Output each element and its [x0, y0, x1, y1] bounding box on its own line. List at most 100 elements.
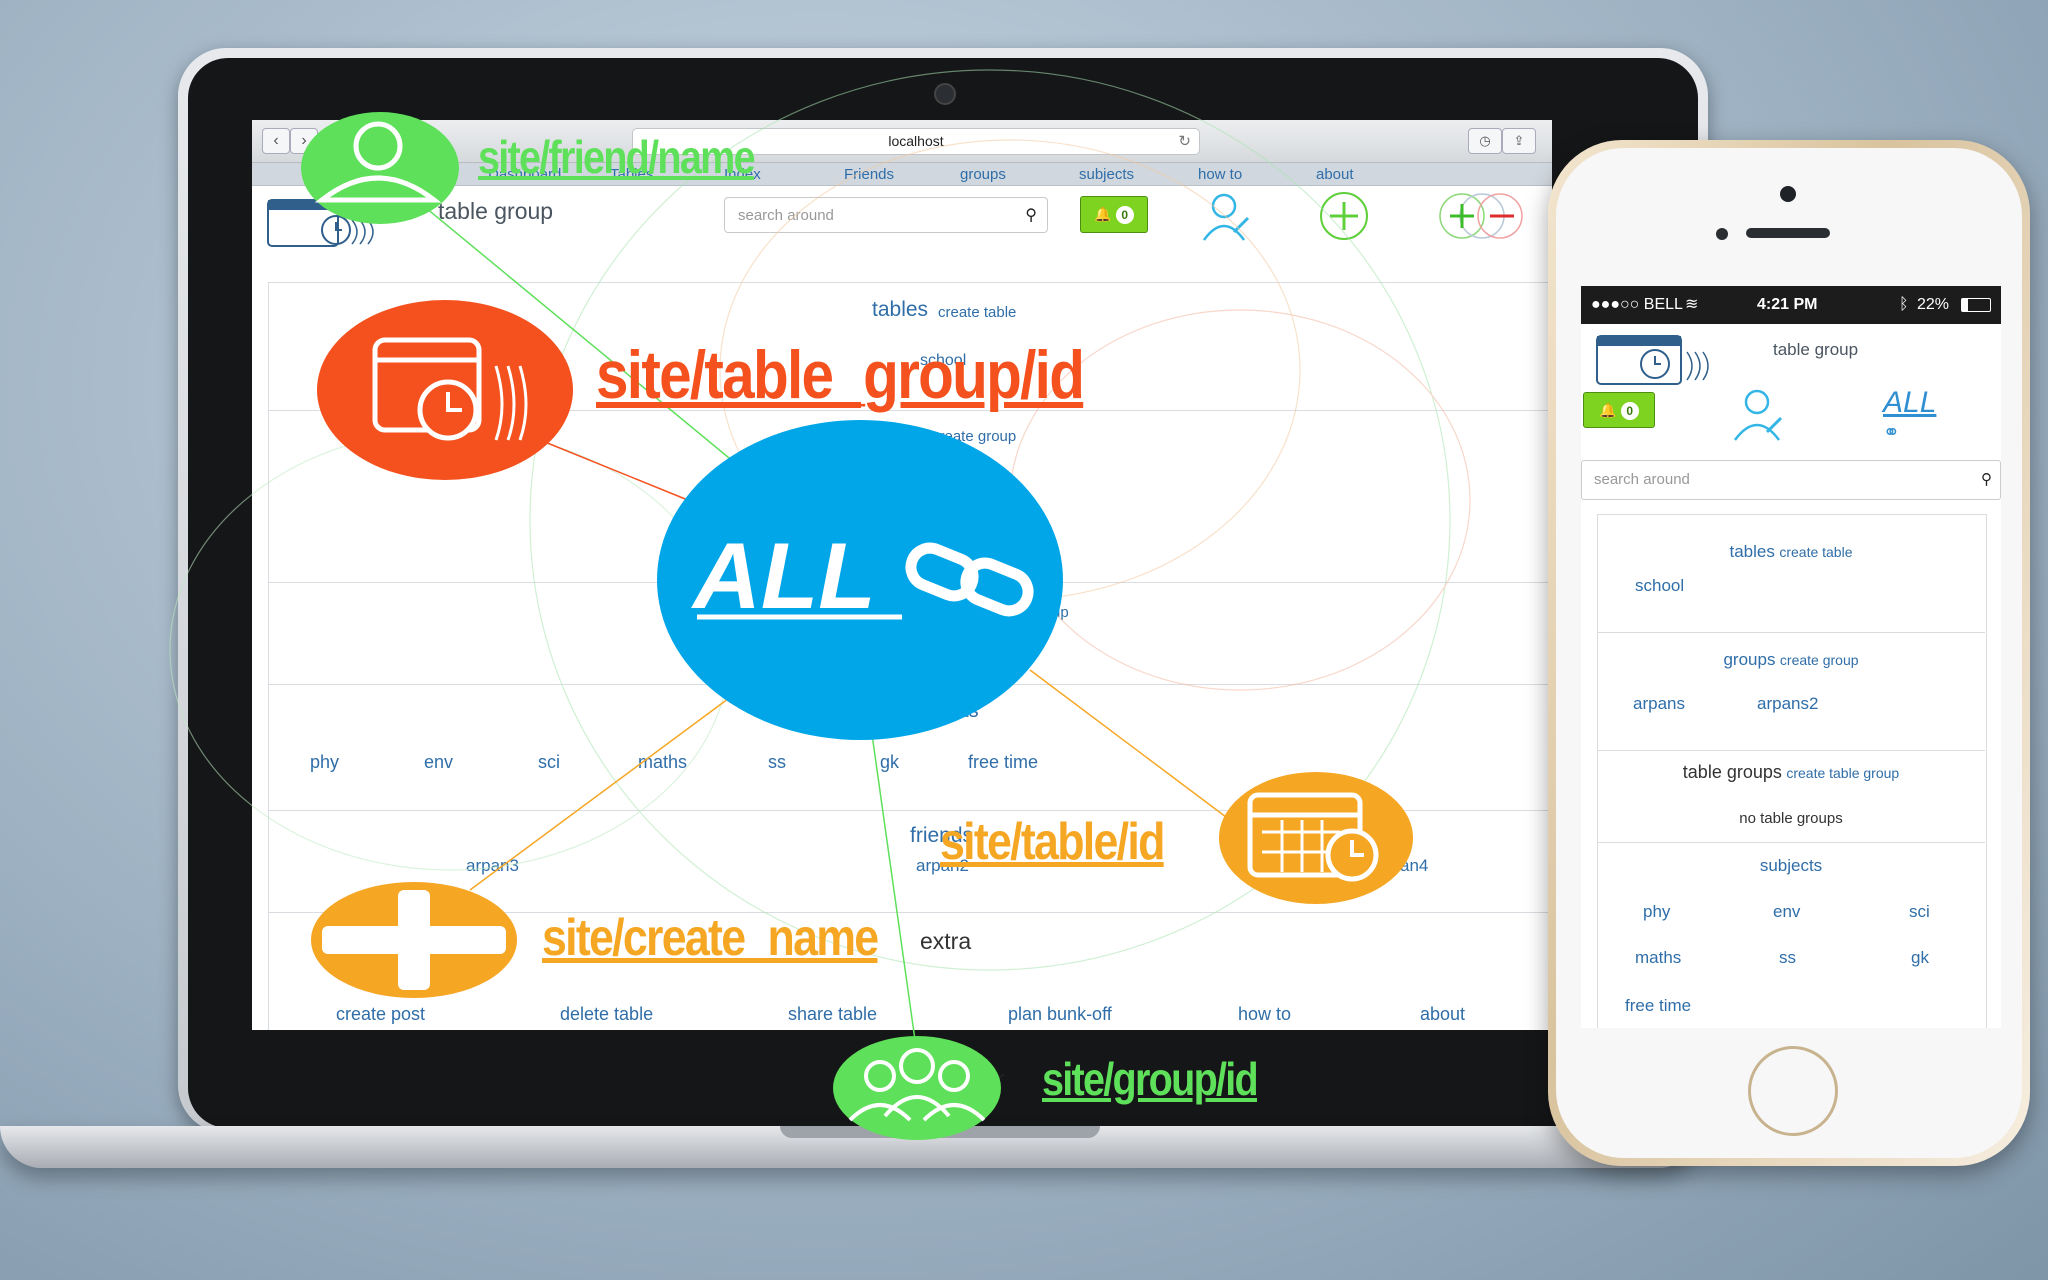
- divider: [268, 810, 1552, 811]
- profile-edit-icon[interactable]: [1198, 188, 1254, 244]
- phone-profile-edit-icon[interactable]: [1729, 384, 1789, 446]
- phone-search-icon[interactable]: ⚲: [1981, 461, 1992, 499]
- phone-subject-gk[interactable]: gk: [1911, 948, 1929, 968]
- laptop-camera: [934, 83, 956, 105]
- calendar-logo-icon: [267, 199, 374, 247]
- create-group-link[interactable]: create group: [932, 428, 1016, 445]
- phone-subject-maths[interactable]: maths: [1635, 948, 1681, 968]
- extra-create-post[interactable]: create post: [336, 1004, 425, 1025]
- subjects-partial-title: ects: [942, 700, 979, 722]
- back-icon[interactable]: ‹: [262, 128, 290, 154]
- wifi-icon: ≋: [1685, 296, 1699, 313]
- subject-phy[interactable]: phy: [310, 752, 339, 773]
- site-search-input[interactable]: search around ⚲: [724, 197, 1048, 233]
- phone-subject-ss[interactable]: ss: [1779, 948, 1796, 968]
- phone-group-arpans2[interactable]: arpans2: [1757, 694, 1818, 714]
- carrier-text: ●●●○○ BELL: [1591, 296, 1683, 313]
- laptop-screen: ‹ › localhost ↻ ◷ ⇪ Dashboard Tables Ind…: [252, 120, 1552, 1030]
- callout-table-url: site/table/id: [940, 813, 1165, 871]
- site-brand[interactable]: table group: [438, 198, 553, 225]
- phone-groups-header: groups create group: [1581, 650, 2001, 670]
- phone-groups-title: groups: [1723, 650, 1776, 669]
- phone-link-icon: ⚭: [1883, 422, 1900, 444]
- phone-create-table-link[interactable]: create table: [1779, 544, 1852, 560]
- extra-title: extra: [920, 928, 972, 954]
- browser-toolbar: ‹ › localhost ↻ ◷ ⇪: [252, 120, 1552, 163]
- phone-sensor: [1716, 228, 1728, 240]
- phone-tables-title: tables: [1729, 542, 1775, 561]
- phone-create-group-link[interactable]: create group: [1780, 652, 1859, 668]
- url-text: localhost: [888, 133, 944, 149]
- add-icon[interactable]: [1318, 190, 1370, 242]
- phone-camera: [1780, 186, 1796, 202]
- extra-plan-bunk-off[interactable]: plan bunk-off: [1008, 1004, 1112, 1025]
- notifications-count: 0: [1115, 206, 1134, 224]
- friend-arpan3[interactable]: arpan3: [466, 856, 519, 876]
- phone-subject-env[interactable]: env: [1773, 902, 1800, 922]
- phone-notifications-count: 0: [1620, 402, 1639, 420]
- battery-text: 22%: [1917, 296, 1950, 313]
- divider: [268, 684, 1552, 685]
- phone-create-table-group-link[interactable]: create table group: [1786, 765, 1899, 781]
- phone-notifications-button[interactable]: 🔔 0: [1583, 392, 1655, 428]
- nav-groups[interactable]: groups: [960, 166, 1006, 183]
- phone-subject-free-time[interactable]: free time: [1625, 996, 1691, 1016]
- search-placeholder: search around: [738, 207, 834, 224]
- nav-subjects[interactable]: subjects: [1079, 166, 1134, 183]
- friend-arpan4[interactable]: an4: [1400, 856, 1428, 876]
- extra-how-to[interactable]: how to: [1238, 1004, 1291, 1025]
- add-remove-icon[interactable]: [1438, 190, 1524, 242]
- history-icon[interactable]: ◷: [1468, 128, 1502, 154]
- divider: [1597, 750, 1985, 751]
- tables-title: tables: [872, 298, 929, 321]
- nav-about[interactable]: about: [1316, 166, 1354, 183]
- phone-table-school[interactable]: school: [1635, 576, 1684, 596]
- forward-icon[interactable]: ›: [290, 128, 318, 154]
- extra-share-table[interactable]: share table: [788, 1004, 877, 1025]
- create-table-link[interactable]: create table: [938, 304, 1016, 321]
- reload-icon[interactable]: ↻: [1178, 129, 1191, 154]
- phone-speaker: [1746, 228, 1830, 238]
- subject-ss[interactable]: ss: [768, 752, 786, 773]
- content-border: [268, 282, 269, 1030]
- subject-sci[interactable]: sci: [538, 752, 560, 773]
- phone-search-input[interactable]: search around ⚲: [1581, 460, 2001, 500]
- phone-group-arpans[interactable]: arpans: [1633, 694, 1685, 714]
- phone-bell-icon: 🔔: [1599, 402, 1617, 418]
- nav-friends[interactable]: Friends: [844, 166, 894, 183]
- phone-search-placeholder: search around: [1594, 471, 1690, 488]
- callout-group-url: site/group/id: [1042, 1053, 1259, 1105]
- divider: [1597, 632, 1985, 633]
- phone-tables-header: tables create table: [1581, 542, 2001, 562]
- subject-free-time[interactable]: free time: [968, 752, 1038, 773]
- divider: [1597, 842, 1985, 843]
- callout-table-group-url: site/table_group/id: [596, 337, 1085, 413]
- phone-subject-phy[interactable]: phy: [1643, 902, 1670, 922]
- battery-icon: [1961, 298, 1991, 312]
- phone-table-groups-title: table groups: [1682, 762, 1782, 782]
- search-icon[interactable]: ⚲: [1025, 198, 1037, 234]
- phone-subject-sci[interactable]: sci: [1909, 902, 1930, 922]
- phone-brand[interactable]: table group: [1773, 340, 1858, 360]
- subject-gk[interactable]: gk: [880, 752, 899, 773]
- status-bar: ●●●○○ BELL ≋ 4:21 PM ᛒ 22%: [1581, 286, 2001, 324]
- phone-all-logo-text: ALL: [1883, 386, 1937, 419]
- groups-partial-text: up: [1052, 604, 1069, 621]
- extra-delete-table[interactable]: delete table: [560, 1004, 653, 1025]
- phone-subjects-title: subjects: [1759, 856, 1823, 875]
- subject-maths[interactable]: maths: [638, 752, 687, 773]
- divider: [268, 282, 1552, 283]
- phone-all-logo[interactable]: ALL ⚭: [1883, 386, 1953, 444]
- home-button[interactable]: [1748, 1046, 1838, 1136]
- phone-calendar-logo-icon: [1596, 335, 1709, 385]
- subject-env[interactable]: env: [424, 752, 453, 773]
- share-icon[interactable]: ⇪: [1502, 128, 1536, 154]
- notifications-button[interactable]: 🔔 0: [1080, 196, 1148, 233]
- bell-icon: 🔔: [1094, 206, 1112, 222]
- extra-about[interactable]: about: [1420, 1004, 1465, 1025]
- nav-how-to[interactable]: how to: [1198, 166, 1242, 183]
- bluetooth-icon: ᛒ: [1899, 296, 1909, 313]
- divider: [268, 582, 1552, 583]
- footer-partial-text: ir: [990, 1064, 1005, 1094]
- callout-friend-url: site/friend/name: [478, 131, 756, 183]
